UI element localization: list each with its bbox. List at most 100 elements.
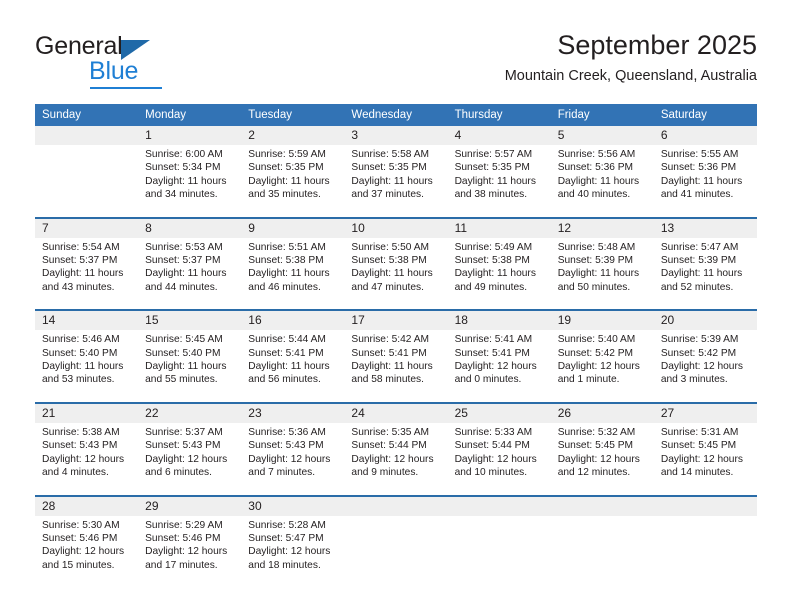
day-detail-line: Sunset: 5:35 PM: [454, 162, 530, 174]
day-number-11[interactable]: 11: [447, 218, 551, 238]
day-number-10[interactable]: 10: [344, 218, 448, 238]
day-detail-line: Sunrise: 5:55 AM: [660, 149, 739, 160]
day-detail-line: and 38 minutes.: [454, 189, 528, 201]
day-detail-line: Sunrise: 5:39 AM: [660, 334, 739, 346]
day-detail-line: and 40 minutes.: [557, 189, 631, 201]
day-detail-line: Daylight: 11 hours: [248, 175, 330, 187]
day-detail-line: Sunrise: 5:59 AM: [248, 149, 326, 160]
weekday-header-wednesday: Wednesday: [344, 104, 448, 126]
day-detail-line: and 55 minutes.: [145, 374, 218, 386]
day-detail-line: and 46 minutes.: [248, 281, 321, 293]
day-detail-line: Sunrise: 5:31 AM: [660, 426, 739, 438]
day-number-empty: [344, 496, 448, 516]
day-number-30[interactable]: 30: [241, 496, 345, 516]
day-detail-line: and 6 minutes.: [145, 467, 212, 479]
day-detail-line: Sunrise: 5:38 AM: [42, 426, 120, 438]
day-detail-line: Sunset: 5:45 PM: [557, 440, 634, 452]
day-number-28[interactable]: 28: [35, 496, 139, 516]
day-number-26[interactable]: 26: [550, 403, 654, 423]
day-number-2[interactable]: 2: [241, 126, 345, 145]
week-detail-row: Sunrise: 5:54 AM Sunset: 5:37 PM Daylight:…: [35, 237, 757, 301]
day-number-13[interactable]: 13: [653, 218, 757, 238]
page-subtitle: Mountain Creek, Queensland, Australia: [504, 68, 757, 84]
week-daynumber-row: 14 15 16 17 18 19 20: [35, 311, 757, 331]
day-detail-line: and 43 minutes.: [42, 281, 115, 293]
day-detail-line: and 18 minutes.: [248, 559, 321, 571]
week-detail-row: Sunrise: 5:38 AM Sunset: 5:43 PM Daylight:…: [35, 422, 757, 486]
day-detail-line: Sunset: 5:43 PM: [145, 440, 221, 452]
day-detail-line: Sunset: 5:35 PM: [351, 162, 427, 174]
day-detail-line: and 1 minute.: [557, 374, 620, 386]
day-detail-line: Sunrise: 5:32 AM: [557, 426, 636, 438]
day-detail-line: and 58 minutes.: [351, 374, 424, 386]
day-detail-line: Daylight: 11 hours: [660, 175, 743, 187]
day-detail-line: and 49 minutes.: [454, 281, 528, 293]
day-detail-line: and 12 minutes.: [557, 467, 631, 479]
day-number-14[interactable]: 14: [35, 311, 139, 331]
day-detail-line: and 41 minutes.: [660, 189, 734, 201]
day-detail-line: Sunrise: 5:53 AM: [145, 241, 223, 253]
day-number-6[interactable]: 6: [653, 126, 757, 145]
day-details-4: Sunrise: 5:57 AM Sunset: 5:35 PM Daylight:…: [447, 145, 551, 208]
day-detail-line: Daylight: 12 hours: [660, 453, 743, 465]
day-detail-line: Sunset: 5:44 PM: [454, 440, 530, 452]
day-number-22[interactable]: 22: [138, 403, 242, 423]
day-number-12[interactable]: 12: [550, 218, 654, 238]
week-detail-row: Sunrise: 5:30 AM Sunset: 5:46 PM Daylight:…: [35, 515, 757, 579]
day-number-3[interactable]: 3: [344, 126, 448, 145]
day-detail-line: Sunset: 5:34 PM: [145, 162, 221, 174]
day-number-18[interactable]: 18: [447, 311, 551, 331]
day-number-24[interactable]: 24: [344, 403, 448, 423]
day-detail-line: Daylight: 11 hours: [454, 175, 536, 187]
day-number-4[interactable]: 4: [447, 126, 551, 145]
day-details-empty: [550, 515, 654, 579]
day-detail-line: Sunset: 5:40 PM: [42, 347, 118, 359]
weekday-header-monday: Monday: [138, 104, 242, 126]
day-detail-line: Daylight: 12 hours: [454, 361, 537, 373]
day-details-30: Sunrise: 5:28 AM Sunset: 5:47 PM Daylight:…: [241, 515, 345, 579]
day-detail-line: Daylight: 12 hours: [557, 361, 640, 373]
day-number-21[interactable]: 21: [35, 403, 139, 423]
day-detail-line: Sunrise: 5:44 AM: [248, 334, 326, 346]
day-details-14: Sunrise: 5:46 AM Sunset: 5:40 PM Daylight:…: [35, 330, 139, 393]
week-spacer: [35, 485, 757, 495]
day-number-9[interactable]: 9: [241, 218, 345, 238]
day-number-17[interactable]: 17: [344, 311, 448, 331]
day-detail-line: and 3 minutes.: [660, 374, 728, 386]
logo-text-blue: Blue: [89, 57, 139, 85]
weekday-header-tuesday: Tuesday: [241, 104, 345, 126]
day-number-5[interactable]: 5: [550, 126, 654, 145]
day-number-1[interactable]: 1: [138, 126, 242, 145]
day-number-8[interactable]: 8: [138, 218, 242, 238]
day-detail-line: Sunrise: 5:50 AM: [351, 241, 430, 253]
day-detail-line: Daylight: 11 hours: [351, 268, 433, 280]
day-detail-line: Sunrise: 5:48 AM: [557, 241, 636, 253]
day-detail-line: and 50 minutes.: [557, 281, 631, 293]
day-number-20[interactable]: 20: [653, 311, 757, 331]
day-detail-line: Sunrise: 5:51 AM: [248, 241, 326, 253]
day-number-15[interactable]: 15: [138, 311, 242, 331]
weekday-header-thursday: Thursday: [447, 104, 551, 126]
day-details-9: Sunrise: 5:51 AM Sunset: 5:38 PM Daylight:…: [241, 237, 345, 301]
day-detail-line: Sunrise: 5:29 AM: [145, 519, 223, 531]
day-number-23[interactable]: 23: [241, 403, 345, 423]
day-detail-line: Daylight: 11 hours: [42, 361, 124, 373]
day-detail-line: Sunrise: 5:54 AM: [42, 241, 120, 253]
day-detail-line: Sunset: 5:47 PM: [248, 532, 324, 544]
day-detail-line: Sunrise: 5:36 AM: [248, 426, 326, 438]
day-detail-line: Sunrise: 5:49 AM: [454, 241, 533, 253]
day-detail-line: Daylight: 12 hours: [351, 453, 434, 465]
day-number-29[interactable]: 29: [138, 496, 242, 516]
day-detail-line: Daylight: 12 hours: [42, 546, 125, 558]
day-number-27[interactable]: 27: [653, 403, 757, 423]
day-details-22: Sunrise: 5:37 AM Sunset: 5:43 PM Daylight:…: [138, 422, 242, 486]
day-detail-line: and 15 minutes.: [42, 559, 115, 571]
day-number-7[interactable]: 7: [35, 218, 139, 238]
day-number-25[interactable]: 25: [447, 403, 551, 423]
day-detail-line: Daylight: 12 hours: [42, 453, 125, 465]
day-detail-line: Daylight: 12 hours: [248, 453, 331, 465]
day-detail-line: Sunrise: 5:40 AM: [557, 334, 636, 346]
day-detail-line: Daylight: 11 hours: [145, 268, 227, 280]
day-number-16[interactable]: 16: [241, 311, 345, 331]
day-number-19[interactable]: 19: [550, 311, 654, 331]
